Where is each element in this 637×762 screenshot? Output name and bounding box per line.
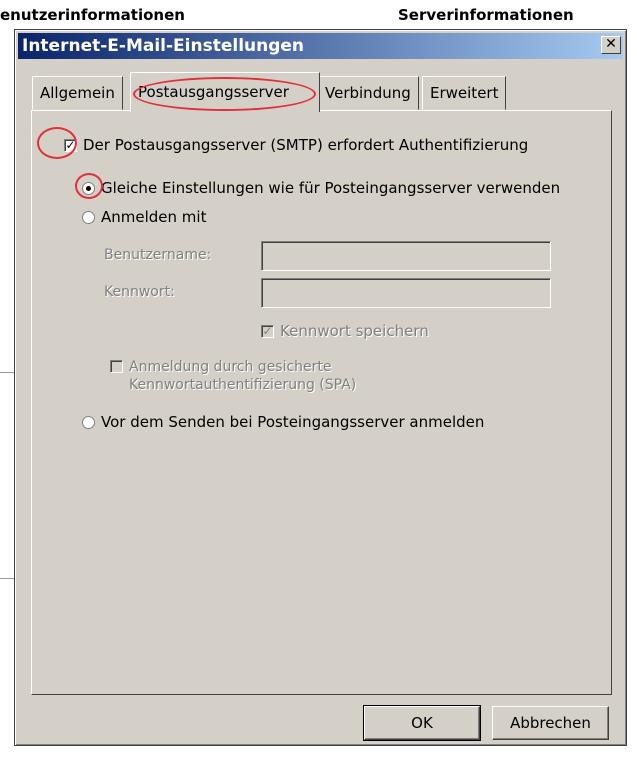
tab-erweitert[interactable]: Erweitert bbox=[422, 76, 507, 110]
tab-label: Erweitert bbox=[430, 84, 499, 102]
tab-label: Allgemein bbox=[40, 84, 115, 102]
dialog-title: Internet-E-Mail-Einstellungen bbox=[22, 36, 305, 56]
save-password-checkbox[interactable]: ✓ bbox=[261, 324, 274, 338]
tab-postausgangsserver[interactable]: Postausgangsserver bbox=[130, 72, 320, 112]
background-right-heading: Serverinformationen bbox=[398, 6, 574, 24]
close-icon: ✕ bbox=[605, 36, 617, 52]
save-password-row[interactable]: ✓ Kennwort speichern bbox=[261, 322, 429, 340]
radio-before-send-label: Vor dem Senden bei Posteingangsserver an… bbox=[101, 413, 485, 431]
smtp-auth-checkbox-row[interactable]: ✓ Der Postausgangsserver (SMTP) erforder… bbox=[64, 136, 528, 154]
smtp-auth-checkbox[interactable]: ✓ bbox=[64, 138, 77, 152]
spa-checkbox[interactable] bbox=[110, 360, 123, 373]
background-left-heading: enutzerinformationen bbox=[0, 6, 185, 24]
cancel-button[interactable]: Abbrechen bbox=[492, 706, 609, 740]
tab-label: Postausgangsserver bbox=[138, 83, 289, 101]
radio-same-settings[interactable] bbox=[82, 181, 95, 195]
save-password-label: Kennwort speichern bbox=[280, 322, 429, 340]
password-label: Kennwort: bbox=[104, 284, 175, 300]
background-divider bbox=[0, 372, 14, 373]
smtp-auth-label: Der Postausgangsserver (SMTP) erfordert … bbox=[83, 136, 529, 154]
tab-panel-postausgangsserver bbox=[31, 110, 612, 695]
spa-label-line2: Kennwortauthentifizierung (SPA) bbox=[129, 377, 357, 393]
ok-button[interactable]: OK bbox=[363, 705, 481, 741]
username-label: Benutzername: bbox=[104, 247, 212, 263]
username-field[interactable] bbox=[261, 241, 551, 271]
tab-verbindung[interactable]: Verbindung bbox=[317, 76, 419, 110]
radio-login-with-row[interactable]: Anmelden mit bbox=[82, 208, 206, 226]
internet-email-settings-dialog: Internet-E-Mail-Einstellungen ✕ Allgemei… bbox=[14, 29, 627, 746]
spa-label-line1: Anmeldung durch gesicherte bbox=[129, 359, 332, 375]
radio-before-send[interactable] bbox=[82, 415, 95, 429]
radio-login-with[interactable] bbox=[82, 210, 95, 224]
background-divider bbox=[0, 578, 14, 579]
close-button[interactable]: ✕ bbox=[601, 36, 621, 54]
spa-row[interactable]: Anmeldung durch gesicherte Kennwortauthe… bbox=[110, 358, 356, 394]
radio-login-with-label: Anmelden mit bbox=[101, 208, 207, 226]
dialog-titlebar[interactable]: Internet-E-Mail-Einstellungen ✕ bbox=[18, 33, 623, 59]
spa-label: Anmeldung durch gesicherte Kennwortauthe… bbox=[129, 358, 356, 394]
password-field[interactable] bbox=[261, 278, 551, 308]
radio-before-send-row[interactable]: Vor dem Senden bei Posteingangsserver an… bbox=[82, 413, 484, 431]
tab-allgemein[interactable]: Allgemein bbox=[32, 76, 123, 110]
radio-same-settings-label: Gleiche Einstellungen wie für Posteingan… bbox=[101, 179, 561, 197]
tab-label: Verbindung bbox=[325, 84, 411, 102]
radio-same-settings-row[interactable]: Gleiche Einstellungen wie für Posteingan… bbox=[82, 179, 560, 197]
